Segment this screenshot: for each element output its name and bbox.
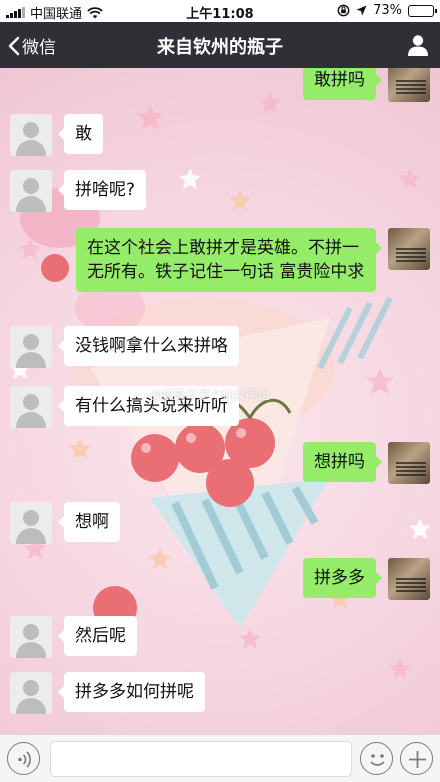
received-message-bubble[interactable]: 拼啥呢? bbox=[57, 170, 147, 210]
emoji-icon bbox=[370, 754, 385, 766]
contact-avatar[interactable] bbox=[10, 672, 52, 714]
sent-message-bubble[interactable]: 敢拼吗 bbox=[303, 68, 382, 100]
nav-bar: 微信 来自钦州的瓶子 bbox=[0, 22, 440, 68]
message-input[interactable] bbox=[50, 741, 352, 777]
received-message-bubble[interactable]: 拼多多如何拼呢 bbox=[58, 672, 205, 712]
received-message-bubble[interactable]: 然后呢 bbox=[58, 616, 137, 656]
received-message-bubble[interactable]: 敢 bbox=[58, 114, 103, 154]
message-row: 想啊 bbox=[10, 502, 120, 544]
message-row: 拼多多如何拼呢 bbox=[10, 672, 205, 714]
plus-button[interactable] bbox=[400, 742, 433, 775]
message-row: 没钱啊拿什么来拼咯 bbox=[10, 326, 239, 368]
message-row: 拼啥呢? bbox=[10, 170, 147, 212]
message-row: 敢 bbox=[10, 114, 103, 156]
contact-avatar[interactable] bbox=[10, 502, 52, 544]
my-avatar[interactable] bbox=[388, 442, 430, 484]
my-avatar[interactable] bbox=[388, 558, 430, 600]
watermark: @搞笑不是个仙女阿姐 bbox=[150, 388, 271, 402]
status-bar: 中国联通 上午11:08 73% bbox=[0, 0, 440, 22]
lock-rotation-icon bbox=[337, 4, 350, 17]
voice-button[interactable] bbox=[7, 742, 40, 775]
message-row: 敢拼吗 bbox=[303, 68, 430, 102]
message-row: 在这个社会上敢拼才是英雄。不拼一无所有。铁子记住一句话 富贵险中求 bbox=[76, 228, 430, 292]
sent-message-bubble[interactable]: 在这个社会上敢拼才是英雄。不拼一无所有。铁子记住一句话 富贵险中求 bbox=[76, 228, 382, 292]
contact-avatar[interactable] bbox=[10, 114, 52, 156]
input-bar bbox=[0, 734, 440, 782]
sent-message-bubble[interactable]: 想拼吗 bbox=[303, 442, 382, 482]
message-row: 想拼吗 bbox=[303, 442, 430, 484]
emoji-button[interactable] bbox=[360, 742, 393, 775]
contact-avatar[interactable] bbox=[10, 326, 52, 368]
contact-avatar[interactable] bbox=[10, 386, 52, 428]
person-icon[interactable] bbox=[406, 33, 430, 57]
my-avatar[interactable] bbox=[388, 228, 430, 270]
location-icon bbox=[356, 5, 367, 16]
message-row: 拼多多 bbox=[303, 558, 430, 600]
received-message-bubble[interactable]: 没钱啊拿什么来拼咯 bbox=[58, 326, 239, 366]
message-row: 然后呢 bbox=[10, 616, 137, 658]
chat-title: 来自钦州的瓶子 bbox=[157, 37, 283, 58]
my-avatar[interactable] bbox=[388, 68, 430, 102]
received-message-bubble[interactable]: 想啊 bbox=[58, 502, 120, 542]
battery-icon bbox=[408, 4, 437, 17]
plus-icon bbox=[409, 751, 426, 768]
status-right: 73% bbox=[337, 3, 437, 18]
sent-message-bubble[interactable]: 拼多多 bbox=[303, 558, 382, 598]
contact-avatar[interactable] bbox=[10, 616, 52, 658]
battery-percent: 73% bbox=[373, 3, 402, 18]
chat-area[interactable]: 敢拼吗敢拼啥呢? 在这个社会上敢拼才是英雄。不拼一无所有。铁子记住一句话 富贵险中… bbox=[0, 68, 440, 734]
contact-avatar[interactable] bbox=[10, 170, 52, 212]
voice-icon bbox=[18, 751, 31, 768]
